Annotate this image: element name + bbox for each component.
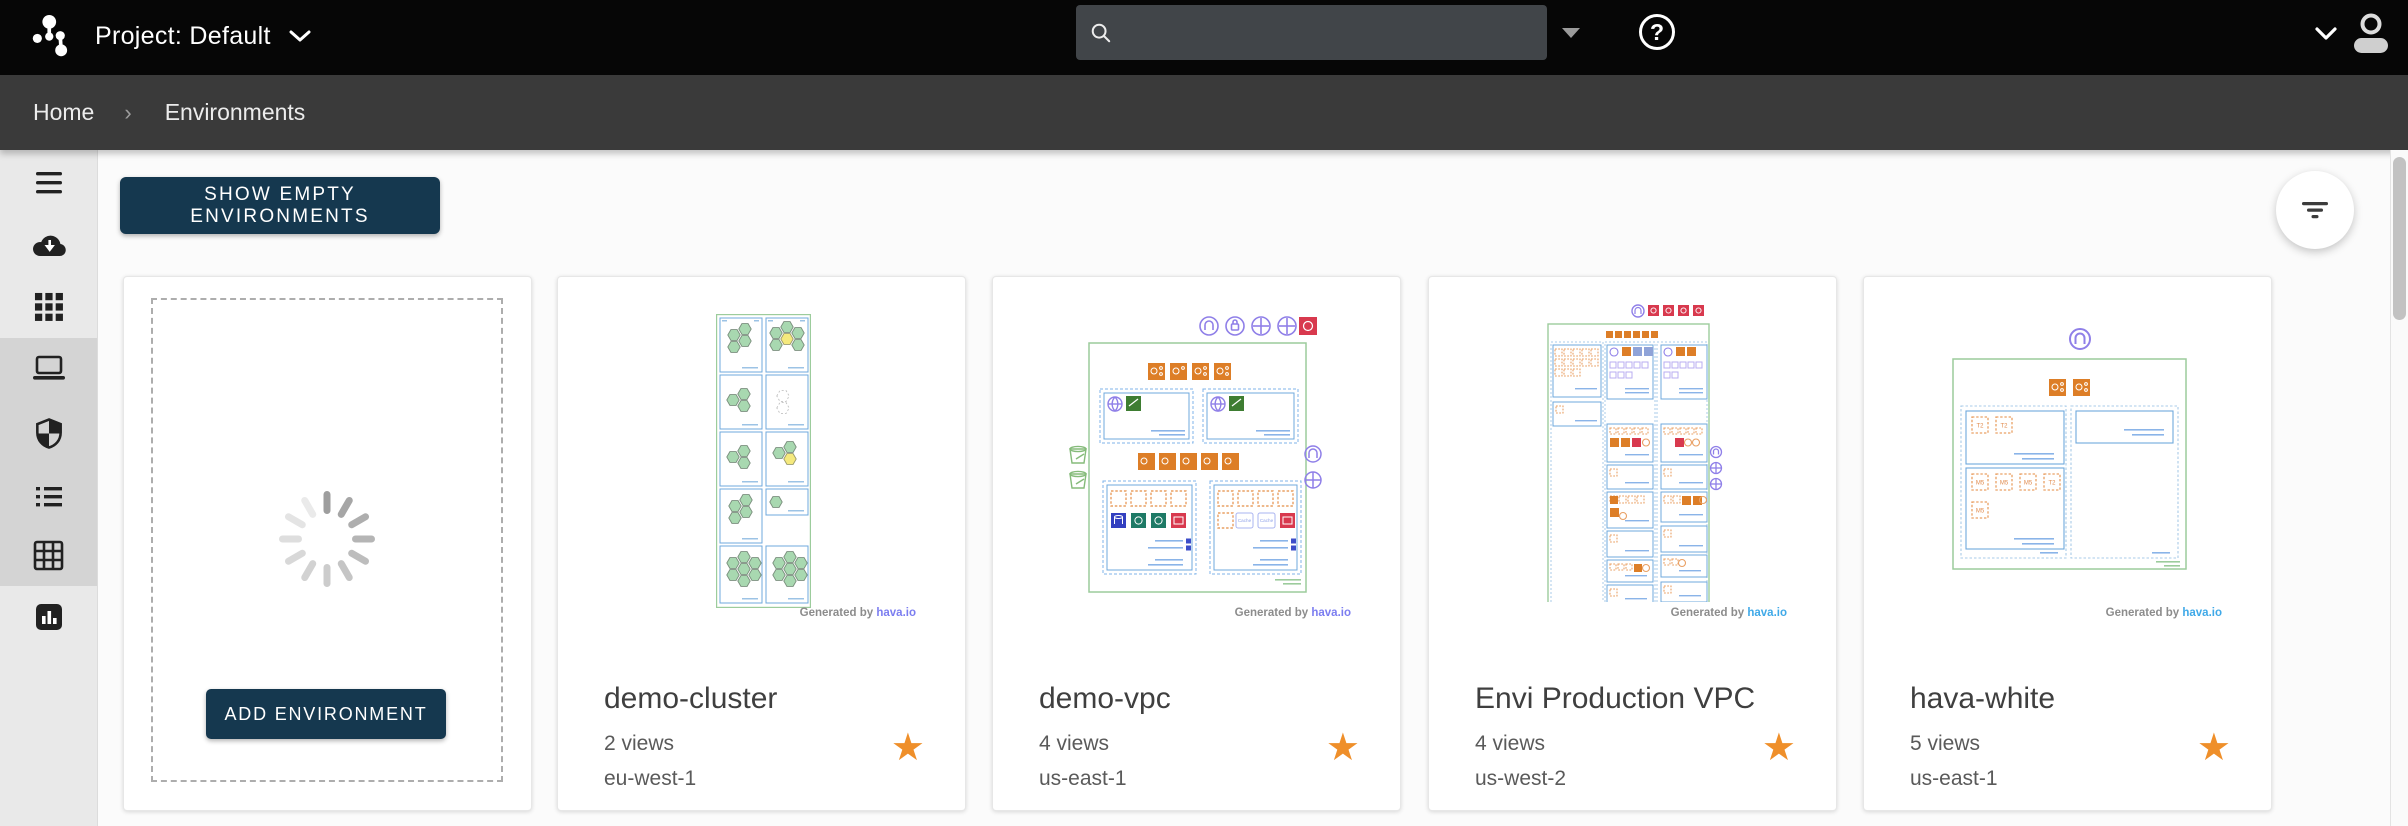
shield-icon <box>35 417 62 449</box>
generated-by-label: Generated by hava.io <box>1670 607 1787 619</box>
add-environment-button[interactable]: ADD ENVIRONMENT <box>206 689 446 739</box>
svg-text:M5: M5 <box>1976 481 1985 487</box>
search-bar[interactable] <box>1076 5 1547 60</box>
left-sidebar <box>0 150 98 826</box>
sidebar-item-menu[interactable] <box>0 152 97 214</box>
environment-region: us-east-1 <box>1910 767 1998 790</box>
hava-io-link[interactable]: hava.io <box>1747 607 1787 619</box>
environment-region: eu-west-1 <box>604 767 697 790</box>
page-scrollbar-thumb[interactable] <box>2393 157 2406 320</box>
environment-thumbnail-envi-production-vpc[interactable] <box>1539 302 1739 602</box>
svg-text:M5: M5 <box>2024 481 2033 487</box>
environment-card-hava-white[interactable]: T2 T2 M5 M5 M5 T2 M5 Generated by hava.i… <box>1863 276 2272 811</box>
breadcrumb-separator: › <box>124 99 132 125</box>
project-selector[interactable]: Project: Default <box>95 22 311 51</box>
environment-views: 2 views <box>604 732 675 755</box>
star-icon[interactable]: ★ <box>1326 729 1360 767</box>
generated-by-label: Generated by hava.io <box>799 607 916 619</box>
environment-thumbnail-demo-cluster[interactable] <box>716 314 811 608</box>
svg-text:M5: M5 <box>1976 509 1985 515</box>
breadcrumb-environments: Environments <box>164 99 306 125</box>
add-environment-card: ADD ENVIRONMENT <box>123 276 532 811</box>
laptop-icon <box>32 355 65 380</box>
hava-io-link[interactable]: hava.io <box>2182 607 2222 619</box>
sidebar-item-apps[interactable] <box>0 276 97 338</box>
filter-list-icon <box>2302 202 2328 219</box>
svg-text:T2: T2 <box>2000 424 2008 430</box>
hava-logo-icon[interactable] <box>26 10 78 65</box>
menu-icon <box>35 172 62 194</box>
svg-text:T2: T2 <box>1976 424 1984 430</box>
page-scrollbar-track[interactable] <box>2390 150 2408 826</box>
top-navbar: Project: Default ? <box>0 0 2408 75</box>
bar-chart-icon <box>35 604 62 630</box>
sidebar-item-environments[interactable] <box>0 338 97 400</box>
cloud-download-icon <box>32 235 66 257</box>
generated-by-label: Generated by hava.io <box>2105 607 2222 619</box>
filter-button[interactable] <box>2276 171 2354 249</box>
environment-title: demo-vpc <box>1039 682 1171 715</box>
star-icon[interactable]: ★ <box>1762 729 1796 767</box>
hava-io-link[interactable]: hava.io <box>1311 607 1351 619</box>
environment-title: Envi Production VPC <box>1475 682 1756 715</box>
star-icon[interactable]: ★ <box>891 729 925 767</box>
hava-io-link[interactable]: hava.io <box>876 607 916 619</box>
search-input[interactable] <box>1123 20 1533 45</box>
apps-grid-icon <box>34 292 63 321</box>
environment-region: us-west-2 <box>1475 767 1567 790</box>
environment-views: 4 views <box>1475 732 1546 755</box>
svg-text:T2: T2 <box>2048 481 2056 487</box>
environment-card-demo-vpc[interactable]: Cache Cache Generated by hava.io demo-vp… <box>992 276 1401 811</box>
sidebar-item-security[interactable] <box>0 402 97 464</box>
loading-spinner-icon <box>279 491 375 587</box>
svg-text:M5: M5 <box>2000 481 2009 487</box>
help-icon[interactable]: ? <box>1639 14 1675 50</box>
environment-views: 5 views <box>1910 732 1981 755</box>
list-icon <box>35 487 62 507</box>
sidebar-item-reports[interactable] <box>0 586 97 648</box>
environment-title: hava-white <box>1910 682 2056 715</box>
environment-region: us-east-1 <box>1039 767 1127 790</box>
environment-card-envi-production-vpc[interactable]: Generated by hava.io Envi Production VPC… <box>1428 276 1837 811</box>
svg-text:Cache: Cache <box>1260 518 1274 523</box>
table-grid-icon <box>33 540 64 570</box>
svg-text:Cache: Cache <box>1238 518 1252 523</box>
environment-title: demo-cluster <box>604 682 778 715</box>
chevron-down-icon <box>289 30 311 42</box>
account-menu-chevron-icon[interactable] <box>2314 27 2338 42</box>
search-scope-dropdown-icon[interactable] <box>1562 28 1580 38</box>
sidebar-item-list[interactable] <box>0 466 97 528</box>
environment-views: 4 views <box>1039 732 1110 755</box>
sidebar-item-import[interactable] <box>0 214 97 276</box>
generated-by-label: Generated by hava.io <box>1234 607 1351 619</box>
breadcrumb: Home › Environments <box>0 75 2408 150</box>
environment-card-demo-cluster[interactable]: Generated by hava.io demo-cluster 2 view… <box>557 276 966 811</box>
breadcrumb-home[interactable]: Home <box>33 99 94 126</box>
environment-thumbnail-demo-vpc[interactable]: Cache Cache <box>1063 311 1333 601</box>
account-person-icon[interactable] <box>2350 12 2392 58</box>
environment-thumbnail-hava-white[interactable]: T2 T2 M5 M5 M5 T2 M5 <box>1944 317 2204 577</box>
star-icon[interactable]: ★ <box>2197 729 2231 767</box>
search-icon <box>1091 23 1111 42</box>
project-label: Project: Default <box>95 22 271 50</box>
sidebar-item-resources[interactable] <box>0 524 97 586</box>
show-empty-environments-button[interactable]: SHOW EMPTY ENVIRONMENTS <box>120 177 440 234</box>
